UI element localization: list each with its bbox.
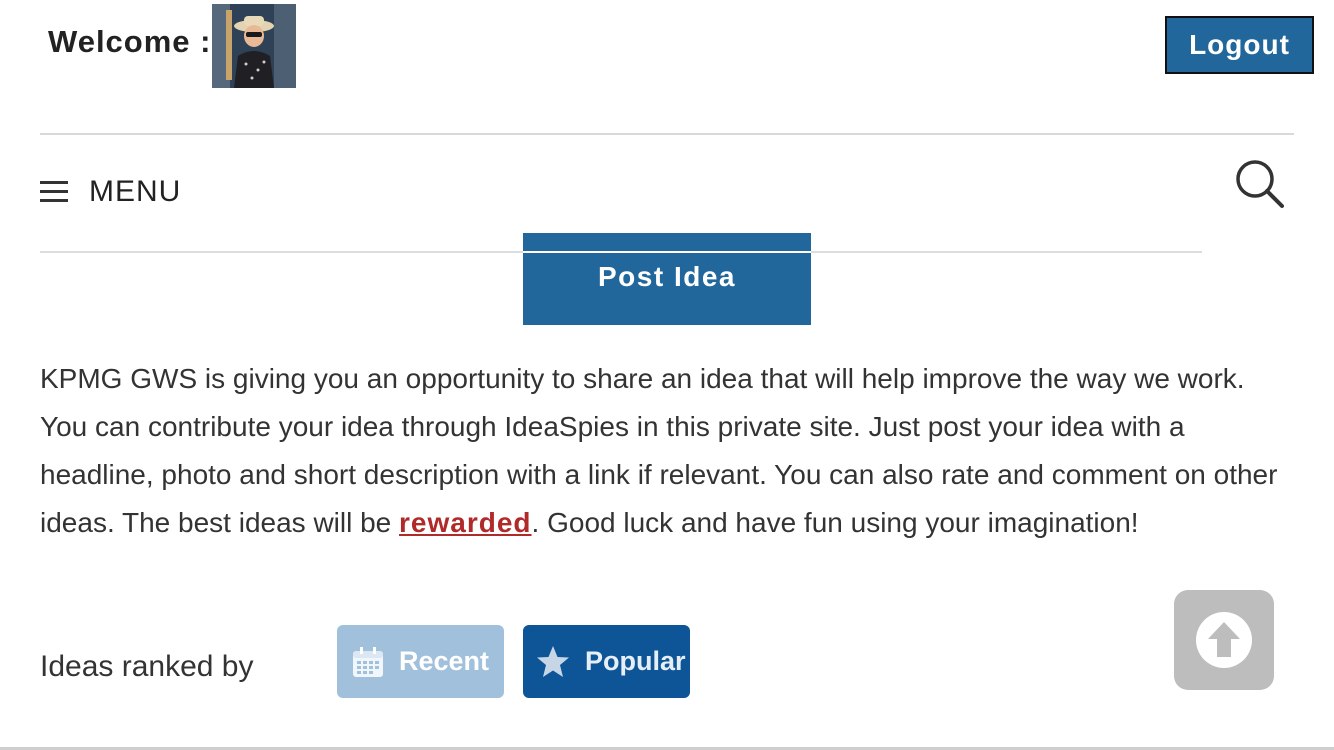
hamburger-icon	[40, 181, 68, 203]
intro-text-after-link: . Good luck and have fun using your imag…	[531, 507, 1139, 538]
calendar-icon	[353, 646, 383, 677]
rewarded-link[interactable]: rewarded	[399, 507, 532, 538]
avatar-photo	[212, 4, 296, 88]
intro-text: KPMG GWS is giving you an opportunity to…	[40, 355, 1280, 547]
back-to-top-button[interactable]	[1174, 590, 1274, 690]
avatar[interactable]	[212, 4, 296, 88]
sort-popular-button[interactable]: Popular	[523, 625, 690, 698]
menu-toggle[interactable]: MENU	[40, 170, 181, 214]
post-idea-button[interactable]: Post Idea	[523, 233, 811, 325]
page: Welcome : Logout MENU Post Idea KPMG GWS…	[0, 0, 1334, 750]
search-icon[interactable]	[1234, 158, 1286, 210]
arrow-up-circle-icon	[1196, 612, 1252, 668]
post-idea-stripe	[523, 251, 811, 253]
star-icon	[537, 645, 569, 677]
sort-popular-label: Popular	[585, 646, 686, 676]
sort-recent-label: Recent	[399, 646, 490, 676]
sort-recent-button[interactable]: Recent	[337, 625, 504, 698]
menu-label: MENU	[89, 175, 182, 208]
header-divider	[40, 133, 1294, 135]
logout-button[interactable]: Logout	[1165, 16, 1314, 74]
ideas-ranked-by-label: Ideas ranked by	[40, 650, 254, 683]
post-idea-label: Post Idea	[598, 261, 736, 292]
welcome-label: Welcome :	[48, 24, 212, 59]
